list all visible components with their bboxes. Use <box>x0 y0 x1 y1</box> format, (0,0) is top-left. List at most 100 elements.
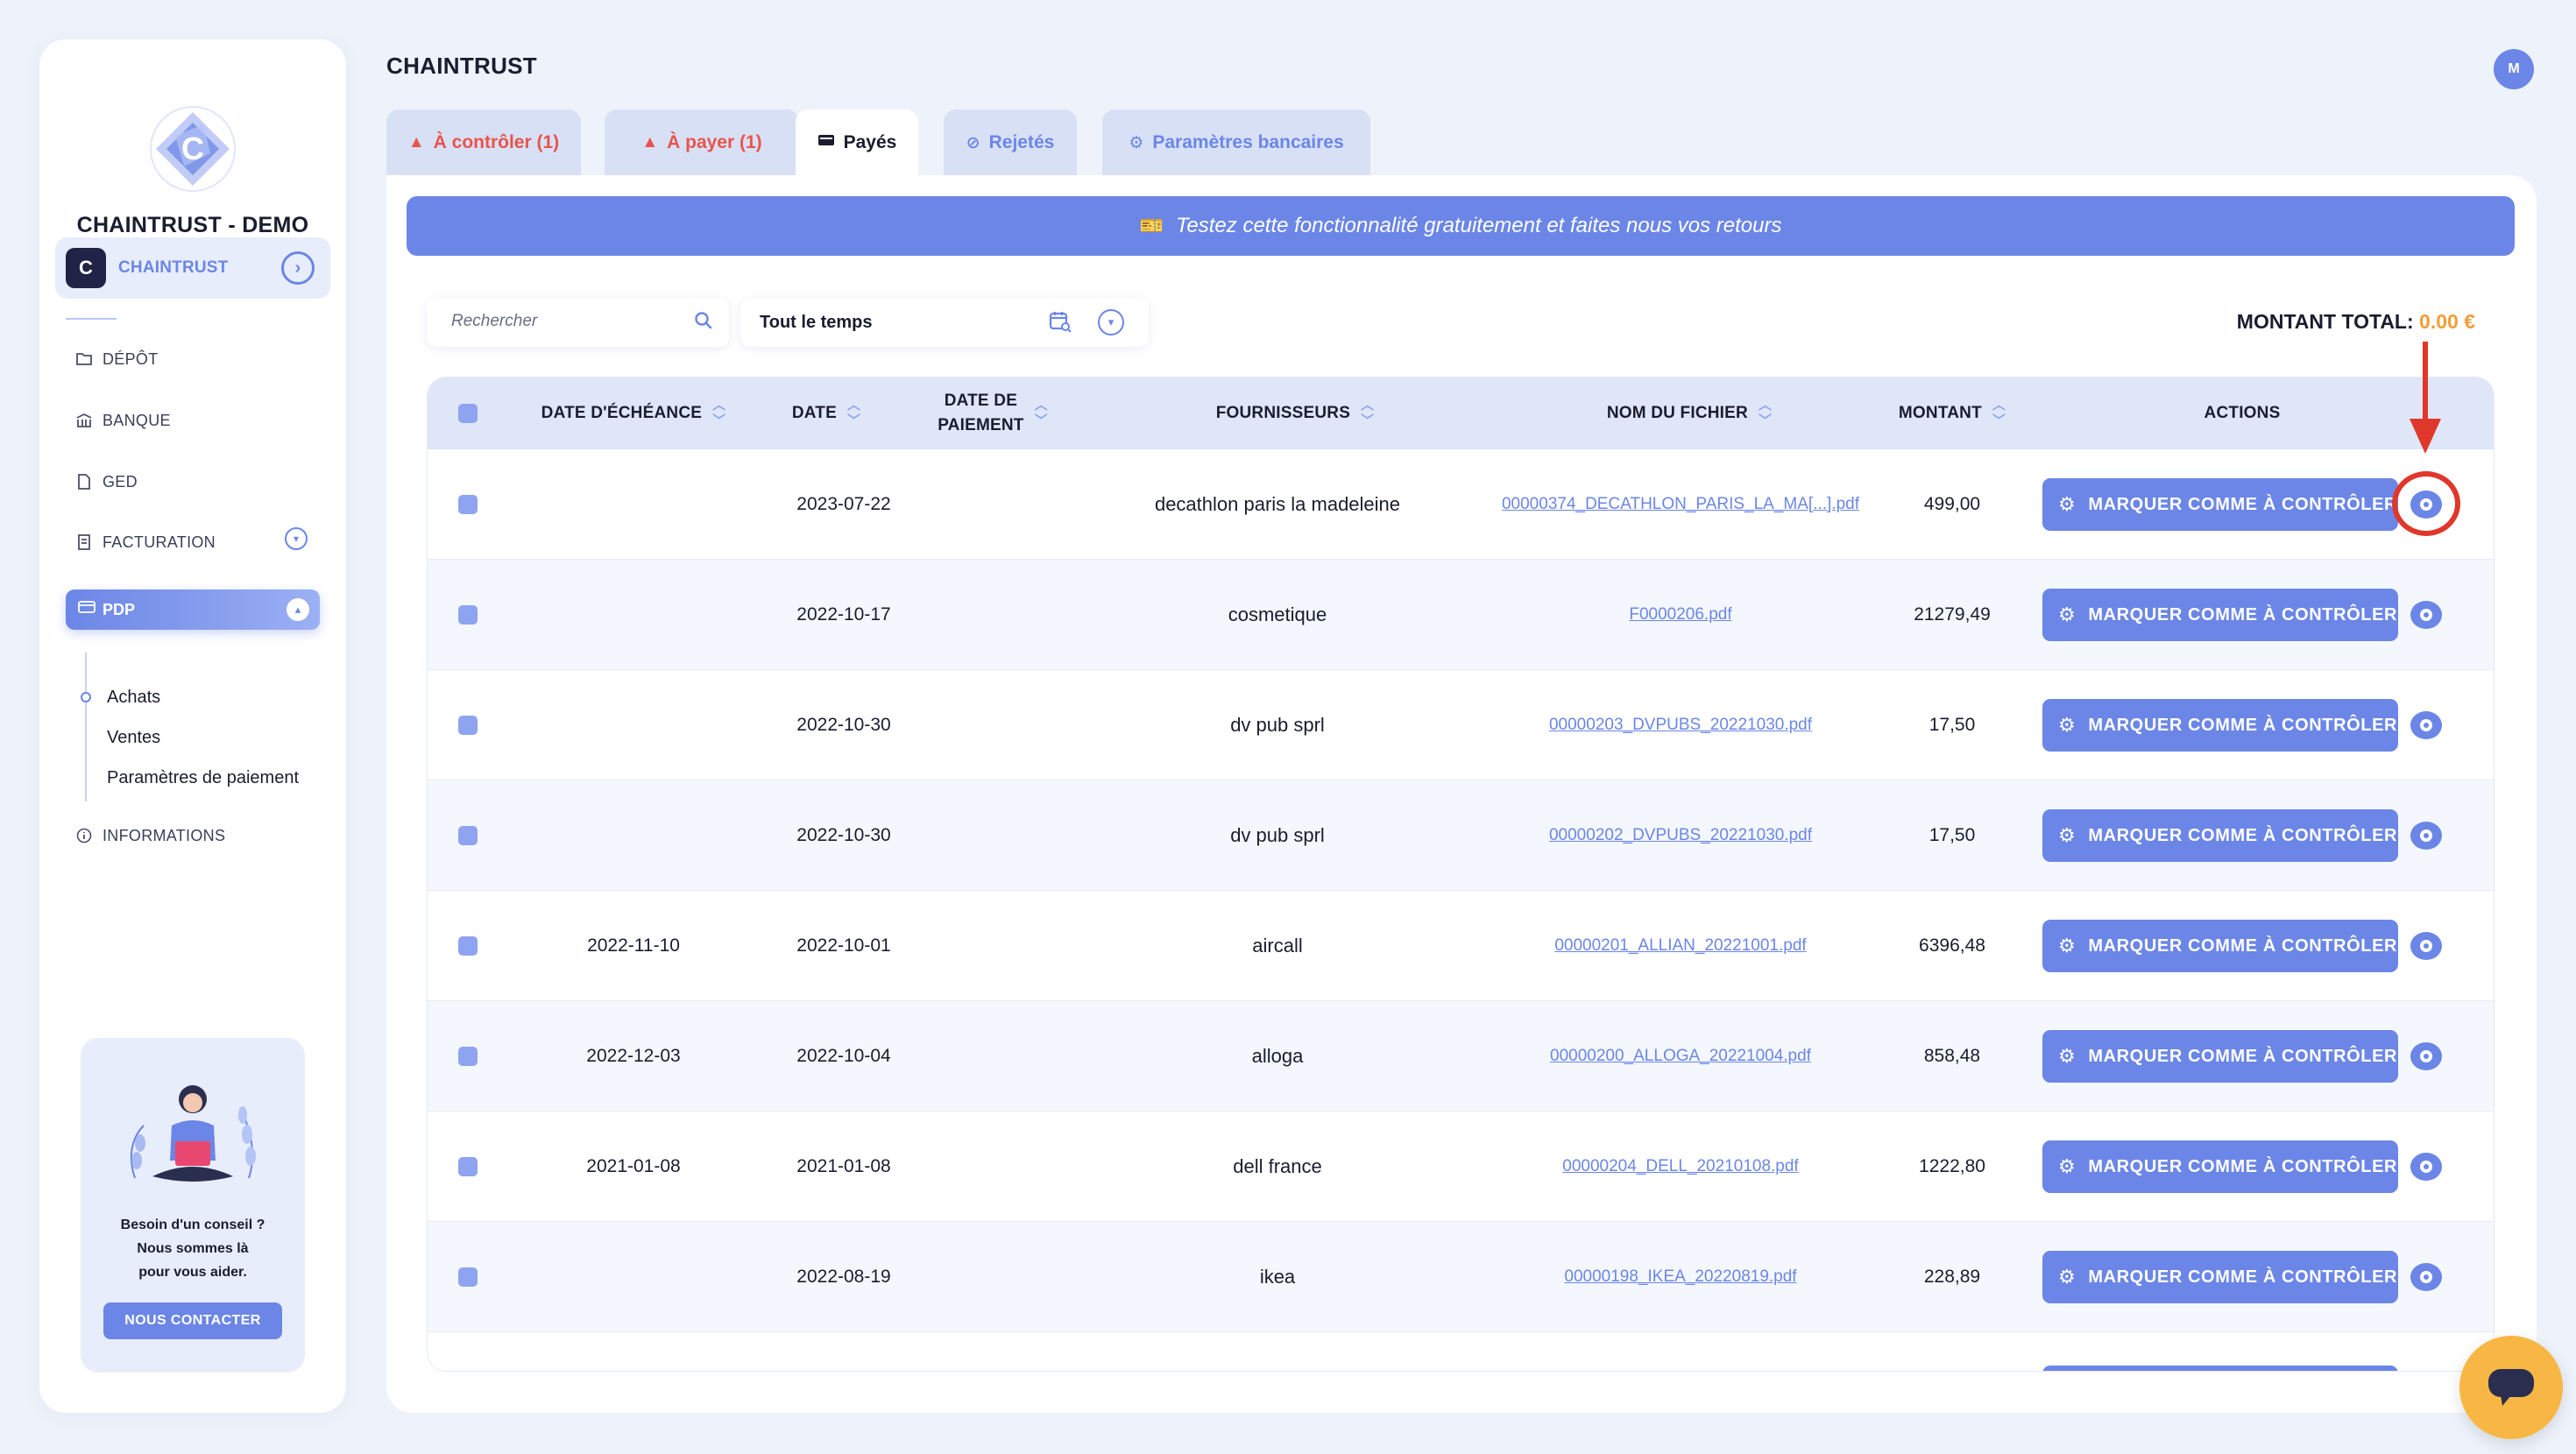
help-line: pour vous aider. <box>138 1265 247 1280</box>
select-all-checkbox[interactable] <box>458 404 478 423</box>
avatar[interactable]: M <box>2494 49 2534 89</box>
mark-to-control-button[interactable]: ⚙ MARQUER COMME À CONTRÔLER <box>2042 589 2398 641</box>
cell-supplier: dv pub sprl <box>1230 714 1325 736</box>
cell-supplier: dv pub sprl <box>1230 824 1325 846</box>
view-eye-icon[interactable] <box>2410 711 2442 739</box>
view-eye-icon[interactable] <box>2410 932 2442 960</box>
sort-icon[interactable]: ︿ ﹀ <box>1992 398 2006 429</box>
mark-to-control-button[interactable]: ⚙ MARQUER COMME À CONTRÔLER <box>2042 920 2398 972</box>
sidebar-item-label: DÉPÔT <box>103 349 159 368</box>
row-checkbox[interactable] <box>458 605 478 625</box>
tab-a-payer[interactable]: ▲ À payer (1) <box>605 109 799 176</box>
column-file-name[interactable]: NOM DU FICHIER ︿ ﹀ <box>1497 378 1882 449</box>
row-checkbox[interactable] <box>458 716 478 735</box>
eye-pupil <box>2420 609 2432 621</box>
organization-name: CHAINTRUST - DEMO <box>76 213 309 237</box>
cell-due-date <box>515 449 752 560</box>
chat-bubble-icon <box>2488 1369 2534 1406</box>
tab-payes[interactable]: Payés <box>796 109 918 176</box>
workspace-label: CHAINTRUST <box>118 258 229 277</box>
sidebar-item-ged[interactable]: GED <box>74 472 138 491</box>
sidebar-item-informations[interactable]: INFORMATIONS <box>74 826 225 845</box>
calendar-search-icon[interactable] <box>1049 310 1072 338</box>
row-checkbox[interactable] <box>458 1047 478 1066</box>
mark-to-control-button-partial[interactable] <box>2042 1366 2398 1371</box>
table-row: 2023-07-22 decathlon paris la madeleine … <box>428 449 2494 560</box>
sidebar-item-facturation[interactable]: FACTURATION <box>74 533 216 552</box>
view-eye-icon[interactable] <box>2410 822 2442 850</box>
chevron-down-icon[interactable]: ▾ <box>285 527 308 550</box>
view-eye-icon[interactable] <box>2410 1042 2442 1070</box>
warning-icon: ▲ <box>407 133 425 152</box>
mark-to-control-button[interactable]: ⚙ MARQUER COMME À CONTRÔLER <box>2042 478 2398 531</box>
contact-button[interactable]: NOUS CONTACTER <box>103 1302 282 1339</box>
mark-to-control-button[interactable]: ⚙ MARQUER COMME À CONTRÔLER <box>2042 1140 2398 1193</box>
cell-date: 2022-10-04 <box>796 1046 891 1066</box>
mark-to-control-button[interactable]: ⚙ MARQUER COMME À CONTRÔLER <box>2042 1030 2398 1083</box>
cell-due-date: 2022-12-03 <box>586 1046 681 1066</box>
mark-to-control-button[interactable]: ⚙ MARQUER COMME À CONTRÔLER <box>2042 1251 2398 1303</box>
button-label: MARQUER COMME À CONTRÔLER <box>2088 1046 2398 1066</box>
sidebar-item-label: PDP <box>103 601 136 618</box>
column-due-date[interactable]: DATE D'ÉCHÉANCE ︿ ﹀ <box>515 378 752 449</box>
row-checkbox[interactable] <box>458 495 478 514</box>
cell-date: 2022-08-19 <box>796 1267 891 1287</box>
search-input[interactable] <box>451 312 679 331</box>
period-selector[interactable]: Tout le temps ▾ <box>740 298 1149 347</box>
document-icon <box>74 472 94 491</box>
tab-rejetes[interactable]: ⊘ Rejetés <box>944 109 1077 176</box>
chevron-right-icon[interactable]: › <box>281 251 315 285</box>
help-line: Nous sommes là <box>137 1241 249 1256</box>
table-row: 2022-10-30 dv pub sprl 00000203_DVPUBS_2… <box>428 670 2494 780</box>
chat-widget-button[interactable] <box>2459 1336 2563 1439</box>
eye-pupil <box>2420 1161 2432 1173</box>
sidebar-item-banque[interactable]: BANQUE <box>74 411 171 430</box>
search-box[interactable] <box>427 298 729 347</box>
sort-icon[interactable]: ︿ ﹀ <box>1361 398 1374 429</box>
sidebar-subitem-ventes[interactable]: Ventes <box>107 728 160 748</box>
row-checkbox[interactable] <box>458 826 478 845</box>
view-eye-icon[interactable] <box>2410 601 2442 629</box>
row-checkbox[interactable] <box>458 1267 478 1287</box>
tab-parametres-bancaires[interactable]: ⚙ Paramètres bancaires <box>1102 109 1370 176</box>
period-value: Tout le temps <box>760 313 873 332</box>
chevron-up-icon[interactable]: ▴ <box>287 598 309 621</box>
sidebar-item-depot[interactable]: DÉPÔT <box>74 349 159 369</box>
search-icon[interactable] <box>694 311 713 335</box>
row-checkbox[interactable] <box>458 936 478 956</box>
cell-amount: 228,89 <box>1923 1267 1981 1287</box>
column-supplier[interactable]: FOURNISSEURS ︿ ﹀ <box>1111 378 1479 449</box>
annotation-arrow-icon <box>2410 342 2441 454</box>
button-label: MARQUER COMME À CONTRÔLER <box>2088 1156 2398 1176</box>
column-payment-date[interactable]: DATE DE PAIEMENT ︿ ﹀ <box>901 378 1085 449</box>
column-label: DATE DE PAIEMENT <box>938 389 1023 438</box>
mark-to-control-button[interactable]: ⚙ MARQUER COMME À CONTRÔLER <box>2042 809 2398 862</box>
invoice-icon <box>74 533 94 552</box>
row-checkbox[interactable] <box>458 1157 478 1176</box>
chevron-down-icon[interactable]: ▾ <box>1098 309 1124 335</box>
sidebar-item-pdp[interactable]: PDP ▴ <box>66 589 320 630</box>
column-date[interactable]: DATE ︿ ﹀ <box>761 378 892 449</box>
sidebar-item-label: FACTURATION <box>103 533 216 551</box>
tab-a-controler[interactable]: ▲ À contrôler (1) <box>386 109 581 176</box>
workspace-switcher[interactable]: C CHAINTRUST › <box>55 237 330 299</box>
mark-to-control-button[interactable]: ⚙ MARQUER COMME À CONTRÔLER <box>2042 699 2398 752</box>
table-row: 2022-12-03 2022-10-04 alloga 00000200_AL… <box>428 1001 2494 1112</box>
sort-icon[interactable]: ︿ ﹀ <box>712 398 725 429</box>
sort-icon[interactable]: ︿ ﹀ <box>1035 398 1048 429</box>
sidebar-item-label: BANQUE <box>103 411 171 429</box>
cell-date: 2023-07-22 <box>796 494 891 514</box>
cell-due-date <box>515 560 752 670</box>
cell-amount: 1222,80 <box>1919 1156 1985 1176</box>
sidebar-subitem-achats[interactable]: Achats <box>107 688 160 708</box>
tab-label: À payer (1) <box>667 132 762 152</box>
sort-icon[interactable]: ︿ ﹀ <box>1759 398 1772 429</box>
sliders-icon: ⚙ <box>2058 824 2077 846</box>
tab-label: Rejetés <box>988 132 1055 152</box>
sidebar-subitem-parametres-paiement[interactable]: Paramètres de paiement <box>107 768 299 788</box>
view-eye-icon[interactable] <box>2410 1153 2442 1181</box>
column-amount[interactable]: MONTANT ︿ ﹀ <box>1865 378 2040 449</box>
cell-due-date <box>515 1222 752 1332</box>
sort-icon[interactable]: ︿ ﹀ <box>847 398 860 429</box>
view-eye-icon[interactable] <box>2410 1263 2442 1291</box>
